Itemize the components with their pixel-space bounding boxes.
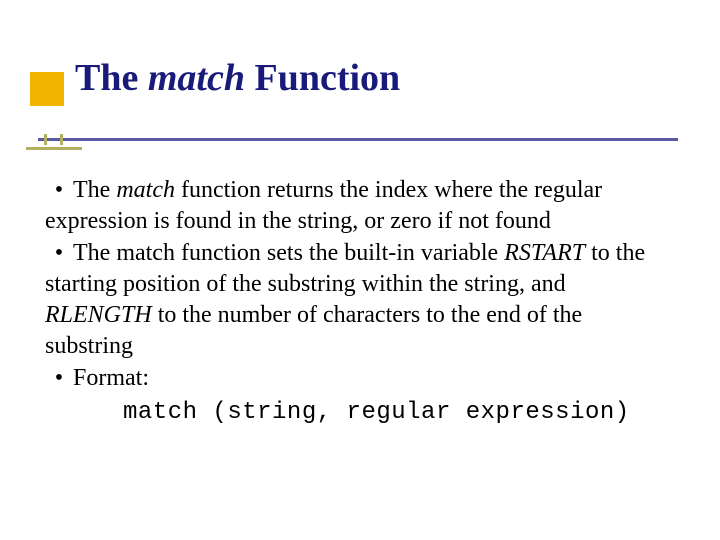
underline-long <box>38 138 678 141</box>
underline-tick <box>44 134 47 145</box>
b2-em1: RSTART <box>504 240 585 266</box>
bullet-item-2: •The match function sets the built-in va… <box>45 238 675 361</box>
b2-em2: RLENGTH <box>45 302 152 328</box>
title-emphasis: match <box>148 57 245 99</box>
accent-square-icon <box>30 72 64 106</box>
b1-em: match <box>116 177 175 203</box>
underline-tick <box>60 134 63 145</box>
bullet-item-3: •Format: <box>45 363 675 394</box>
b2-pre: The match function sets the built-in var… <box>73 240 504 266</box>
code-format: match (string, regular expression) <box>45 398 675 429</box>
b1-pre: The <box>73 177 116 203</box>
slide: The match Function •The match function r… <box>0 0 720 540</box>
title-pre: The <box>75 57 148 99</box>
b3-text: Format: <box>73 365 149 391</box>
bullet-item-1: •The match function returns the index wh… <box>45 175 675 236</box>
body-text: •The match function returns the index wh… <box>45 175 675 429</box>
header: The match Function <box>0 0 720 158</box>
underline-short <box>26 147 82 150</box>
bullet-dot-icon: • <box>45 363 73 394</box>
title-underline-icon <box>0 138 720 158</box>
bullet-dot-icon: • <box>45 238 73 269</box>
bullet-dot-icon: • <box>45 175 73 206</box>
slide-title: The match Function <box>75 58 720 100</box>
title-post: Function <box>245 57 400 99</box>
